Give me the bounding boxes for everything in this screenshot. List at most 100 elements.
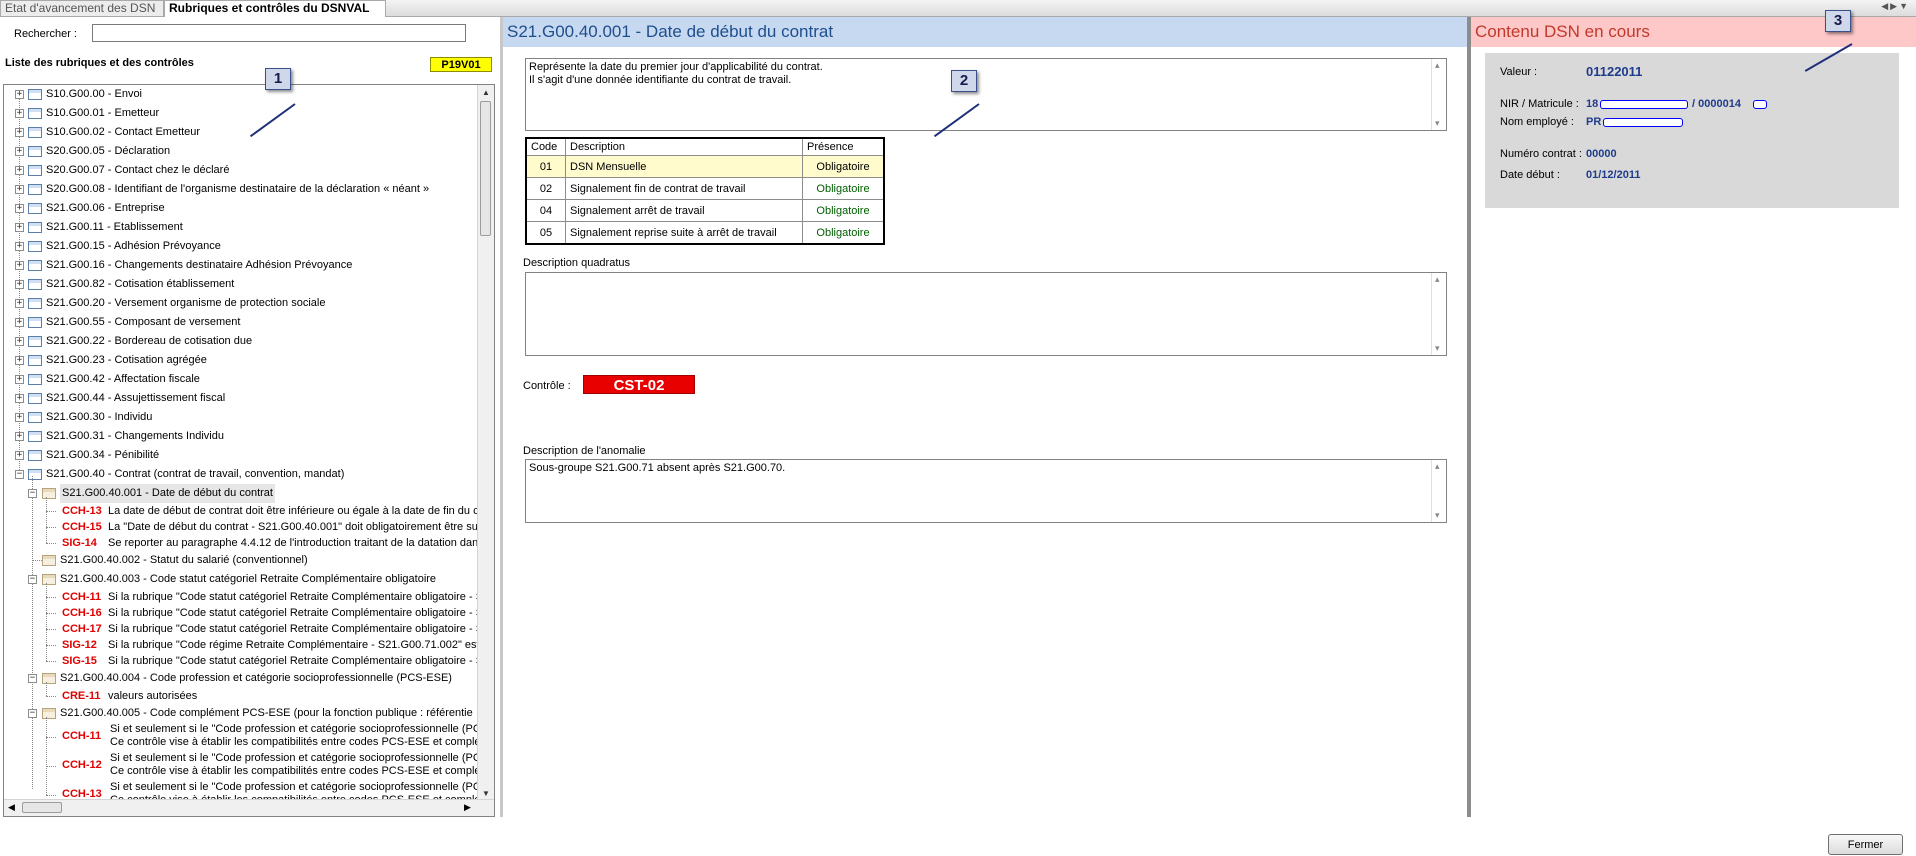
control-text: Si la rubrique "Code régime Retraite Com… bbox=[108, 639, 479, 651]
tree-group-node[interactable]: + S10.G00.01 - Emetteur bbox=[4, 104, 474, 123]
col-description: Description bbox=[565, 137, 803, 156]
tree-control-node[interactable]: CCH-13 La date de début de contrat doit ê… bbox=[4, 503, 479, 519]
expand-toggle-icon[interactable]: + bbox=[15, 394, 24, 403]
tree-control-node[interactable]: CCH-15 La "Date de début du contrat - S21… bbox=[4, 519, 479, 535]
description-line: Représente la date du premier jour d'app… bbox=[529, 61, 823, 73]
tree-group-node[interactable]: + S21.G00.31 - Changements Individu bbox=[4, 427, 474, 446]
tree-field-node[interactable]: S21.G00.40.002 - Statut du salarié (conv… bbox=[4, 551, 474, 570]
table-icon bbox=[28, 260, 42, 271]
tree-group-label: S21.G00.34 - Pénibilité bbox=[46, 449, 160, 461]
tree-horizontal-scrollbar[interactable]: ◀ ▶ bbox=[4, 799, 494, 816]
scroll-left-icon[interactable]: ◀ bbox=[8, 802, 15, 813]
expand-toggle-icon[interactable]: + bbox=[15, 432, 24, 441]
tree-group-node[interactable]: + S20.G00.05 - Déclaration bbox=[4, 142, 474, 161]
tree-control-node[interactable]: CCH-17 Si la rubrique "Code statut catégo… bbox=[4, 621, 479, 637]
expand-toggle-icon[interactable]: + bbox=[15, 147, 24, 156]
quadratus-description[interactable] bbox=[525, 272, 1447, 356]
tree-group-node[interactable]: + S21.G00.06 - Entreprise bbox=[4, 199, 474, 218]
scroll-down-icon[interactable]: ▼ bbox=[482, 789, 490, 798]
expand-toggle-icon[interactable]: − bbox=[28, 709, 37, 718]
tree-group-node[interactable]: + S21.G00.34 - Pénibilité bbox=[4, 446, 474, 465]
anomalie-scrollbar[interactable] bbox=[1431, 460, 1446, 522]
table-row[interactable]: 01 DSN Mensuelle Obligatoire bbox=[525, 155, 885, 178]
tree-group-label: S21.G00.06 - Entreprise bbox=[46, 202, 165, 214]
hscroll-thumb[interactable] bbox=[22, 802, 62, 813]
tree-field-label: S21.G00.40.001 - Date de début du contra… bbox=[60, 484, 275, 503]
tree-group-node[interactable]: + S21.G00.23 - Cotisation agrégée bbox=[4, 351, 474, 370]
expand-toggle-icon[interactable]: + bbox=[15, 242, 24, 251]
table-icon bbox=[28, 127, 42, 138]
expand-toggle-icon[interactable]: − bbox=[28, 489, 37, 498]
search-input[interactable] bbox=[92, 24, 466, 42]
expand-toggle-icon[interactable]: + bbox=[15, 375, 24, 384]
description-scrollbar[interactable] bbox=[1431, 59, 1446, 130]
tree-field-node[interactable]: − S21.G00.40.003 - Code statut catégoriel… bbox=[4, 570, 474, 589]
close-button[interactable]: Fermer bbox=[1828, 834, 1903, 855]
expand-toggle-icon[interactable]: + bbox=[15, 318, 24, 327]
tree-control-node[interactable]: CCH-11 Si et seulement si le "Code profes… bbox=[4, 723, 479, 751]
expand-toggle-icon[interactable]: + bbox=[15, 299, 24, 308]
expand-toggle-icon[interactable]: + bbox=[15, 356, 24, 365]
tree-group-node[interactable]: + S21.G00.30 - Individu bbox=[4, 408, 474, 427]
date-debut-label: Date début : bbox=[1500, 169, 1560, 181]
tree-group-node[interactable]: + S21.G00.11 - Etablissement bbox=[4, 218, 474, 237]
expand-toggle-icon[interactable]: + bbox=[15, 204, 24, 213]
tree-group-node[interactable]: + S21.G00.42 - Affectation fiscale bbox=[4, 370, 474, 389]
expand-toggle-icon[interactable]: + bbox=[15, 109, 24, 118]
tree-field-node[interactable]: − S21.G00.40.001 - Date de début du contr… bbox=[4, 484, 474, 503]
table-row[interactable]: 02 Signalement fin de contrat de travail… bbox=[525, 177, 885, 200]
tree-control-node[interactable]: CRE-11 valeurs autorisées bbox=[4, 688, 474, 704]
tree-control-node[interactable]: CCH-11 Si la rubrique "Code statut catégo… bbox=[4, 589, 479, 605]
tree-group-node[interactable]: − S21.G00.40 - Contrat (contrat de travai… bbox=[4, 465, 474, 484]
tab-etat-avancement[interactable]: Etat d'avancement des DSN bbox=[0, 0, 164, 16]
expand-toggle-icon[interactable]: + bbox=[15, 185, 24, 194]
table-row[interactable]: 05 Signalement reprise suite à arrêt de … bbox=[525, 221, 885, 245]
tab-bar: Etat d'avancement des DSN Rubriques et c… bbox=[0, 0, 1916, 17]
tree-control-node[interactable]: CCH-16 Si la rubrique "Code statut catégo… bbox=[4, 605, 479, 621]
tab-nav-arrows-icon[interactable]: ◀▶▼ bbox=[1881, 1, 1910, 12]
tree-group-node[interactable]: + S21.G00.20 - Versement organisme de pro… bbox=[4, 294, 474, 313]
tree-field-node[interactable]: − S21.G00.40.004 - Code profession et cat… bbox=[4, 669, 474, 688]
nom-prefix: PR bbox=[1586, 116, 1602, 128]
tree-control-node[interactable]: SIG-12 Si la rubrique "Code régime Retrai… bbox=[4, 637, 479, 653]
expand-toggle-icon[interactable]: − bbox=[28, 575, 37, 584]
expand-toggle-icon[interactable]: + bbox=[15, 223, 24, 232]
tree-group-node[interactable]: + S21.G00.44 - Assujettissement fiscal bbox=[4, 389, 474, 408]
scroll-thumb[interactable] bbox=[480, 101, 491, 236]
table-icon bbox=[28, 355, 42, 366]
scroll-up-icon[interactable]: ▲ bbox=[482, 88, 490, 97]
tree-group-node[interactable]: + S10.G00.02 - Contact Emetteur bbox=[4, 123, 474, 142]
expand-toggle-icon[interactable]: + bbox=[15, 166, 24, 175]
expand-toggle-icon[interactable]: + bbox=[15, 128, 24, 137]
tree-vertical-scrollbar[interactable]: ▲ ▼ bbox=[477, 85, 494, 801]
tree-group-node[interactable]: + S21.G00.22 - Bordereau de cotisation du… bbox=[4, 332, 474, 351]
expand-toggle-icon[interactable]: + bbox=[15, 280, 24, 289]
expand-toggle-icon[interactable]: + bbox=[15, 413, 24, 422]
tree-group-node[interactable]: + S20.G00.07 - Contact chez le déclaré bbox=[4, 161, 474, 180]
tree-group-node[interactable]: + S21.G00.16 - Changements destinataire A… bbox=[4, 256, 474, 275]
expand-toggle-icon[interactable]: + bbox=[15, 451, 24, 460]
tree-group-node[interactable]: + S21.G00.55 - Composant de versement bbox=[4, 313, 474, 332]
scroll-right-icon[interactable]: ▶ bbox=[464, 802, 471, 813]
tree-group-node[interactable]: + S21.G00.15 - Adhésion Prévoyance bbox=[4, 237, 474, 256]
tree-control-node[interactable]: CCH-12 Si et seulement si le "Code profes… bbox=[4, 752, 479, 780]
expand-toggle-icon[interactable]: − bbox=[15, 470, 24, 479]
expand-toggle-icon[interactable]: + bbox=[15, 90, 24, 99]
expand-toggle-icon[interactable]: + bbox=[15, 337, 24, 346]
expand-toggle-icon[interactable]: − bbox=[28, 674, 37, 683]
tree-control-node[interactable]: SIG-15 Si la rubrique "Code statut catégo… bbox=[4, 653, 479, 669]
tree-group-node[interactable]: + S10.G00.00 - Envoi bbox=[4, 85, 474, 104]
rubriques-tree[interactable]: + S10.G00.00 - Envoi + S10.G00.01 - Emetteu… bbox=[3, 84, 495, 817]
tree-group-node[interactable]: + S21.G00.82 - Cotisation établissement bbox=[4, 275, 474, 294]
table-row[interactable]: 04 Signalement arrêt de travail Obligato… bbox=[525, 199, 885, 222]
tree-group-label: S21.G00.44 - Assujettissement fiscal bbox=[46, 392, 226, 404]
expand-toggle-icon[interactable]: + bbox=[15, 261, 24, 270]
quadratus-scrollbar[interactable] bbox=[1431, 273, 1446, 355]
tree-field-node[interactable]: − S21.G00.40.005 - Code complément PCS-ES… bbox=[4, 704, 474, 723]
tree-control-node[interactable]: SIG-14 Se reporter au paragraphe 4.4.12 d… bbox=[4, 535, 479, 551]
anomalie-description[interactable]: Sous-groupe S21.G00.71 absent après S21.… bbox=[525, 459, 1447, 523]
tab-rubriques-controles[interactable]: Rubriques et contrôles du DSNVAL bbox=[164, 0, 386, 17]
rubrique-description[interactable]: Représente la date du premier jour d'app… bbox=[525, 58, 1447, 131]
tree-control-node[interactable]: CCH-13 Si et seulement si le "Code profes… bbox=[4, 781, 479, 801]
tree-group-node[interactable]: + S20.G00.08 - Identifiant de l'organisme… bbox=[4, 180, 474, 199]
